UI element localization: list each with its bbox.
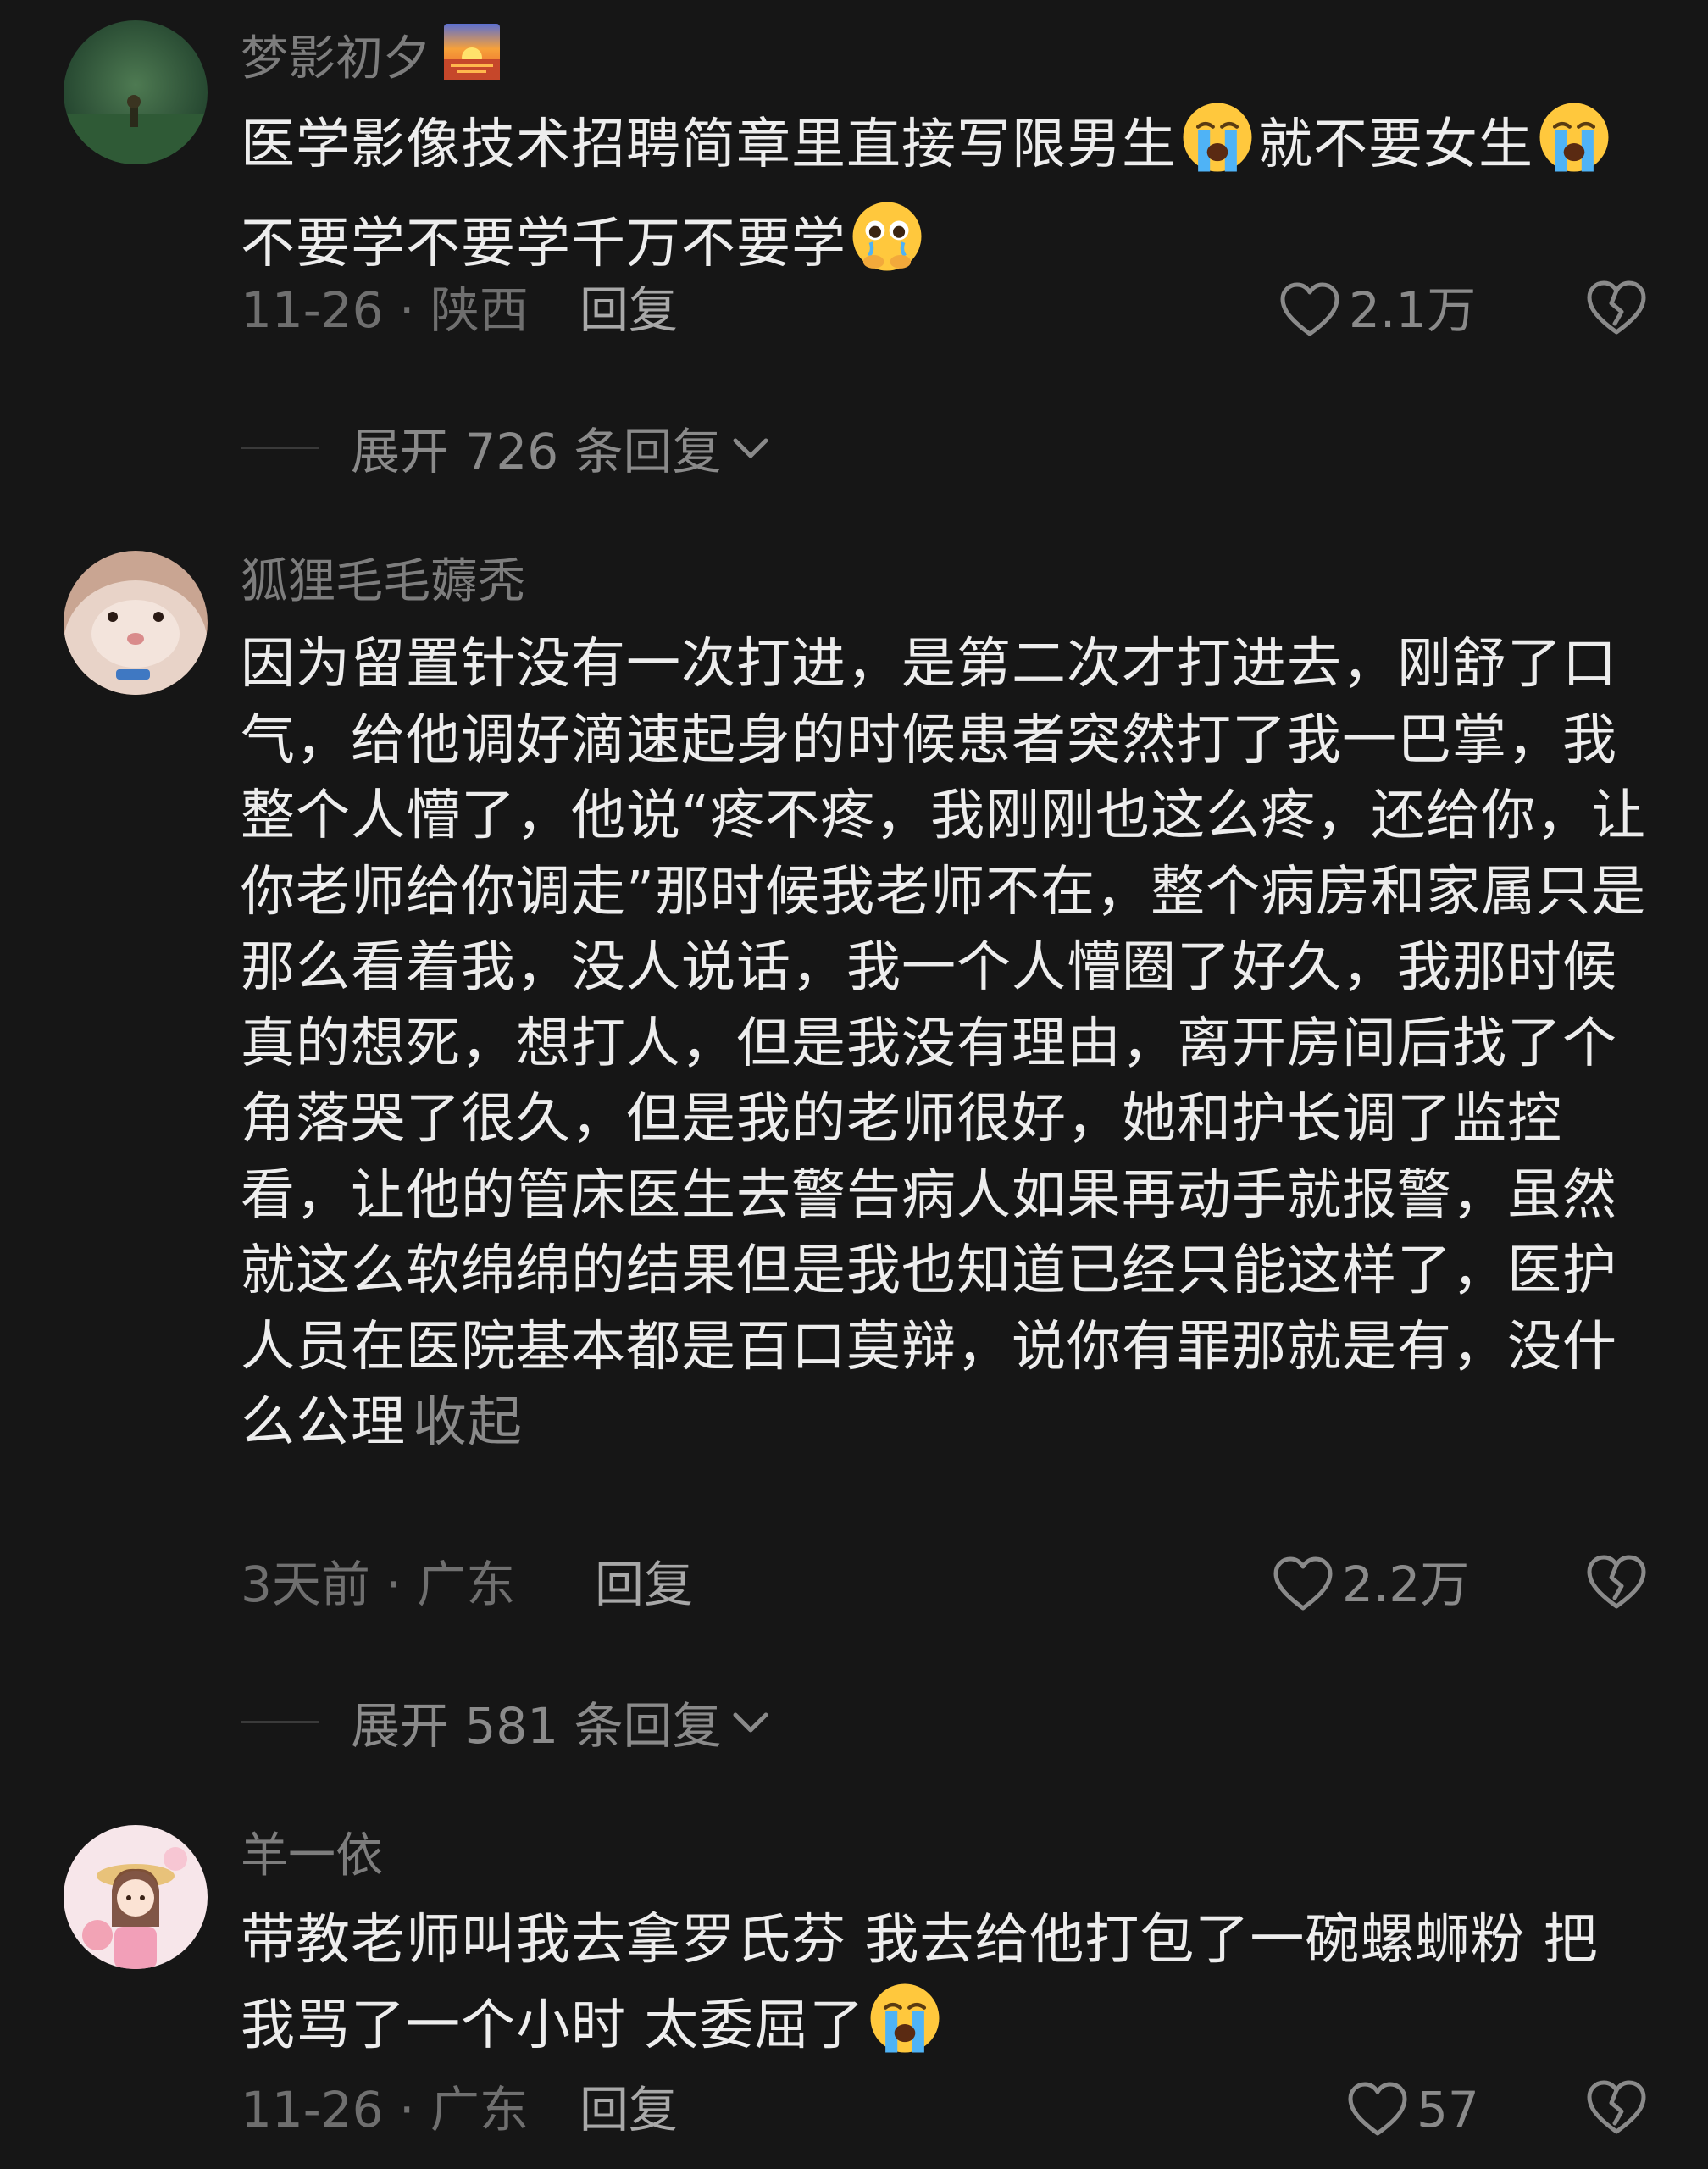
loudly-crying-icon bbox=[1537, 100, 1611, 199]
username-text: 梦影初夕 bbox=[241, 31, 430, 86]
comment-meta: 11-26 · 广东 回复 57 bbox=[241, 2076, 1647, 2144]
broken-heart-icon bbox=[1587, 280, 1646, 335]
username-text: 羊一依 bbox=[241, 1828, 383, 1883]
loudly-crying-icon bbox=[1180, 100, 1255, 199]
heart-icon bbox=[1348, 2082, 1407, 2136]
comment-text-part: 医学影像技术招聘简章里直接写限男生 bbox=[241, 114, 1177, 176]
comment-text: 因为留置针没有一次打进，是第二次才打进去，刚舒了口气，给他调好滴速起身的时候患者… bbox=[241, 627, 1647, 1462]
comment-date: 11-26 · 广东 bbox=[241, 2081, 529, 2138]
comment-text: 带教老师叫我去拿罗氏芬 我去给他打包了一碗螺蛳粉 把我骂了一个小时 太委屈了 bbox=[241, 1900, 1647, 2078]
broken-heart-icon bbox=[1587, 2080, 1646, 2134]
comment-text-part: 因为留置针没有一次打进，是第二次才打进去，刚舒了口气，给他调好滴速起身的时候患者… bbox=[241, 633, 1647, 1454]
chevron-down-icon bbox=[733, 1712, 768, 1733]
avatar[interactable] bbox=[64, 20, 208, 164]
username[interactable]: 狐狸毛毛薅秃 bbox=[241, 552, 525, 612]
loudly-crying-icon bbox=[868, 1981, 942, 2078]
like-button[interactable]: 2.2万 bbox=[1273, 1550, 1469, 1618]
reply-button[interactable]: 回复 bbox=[595, 1550, 693, 1618]
divider-line bbox=[241, 446, 319, 449]
comment-date: 3天前 · 广东 bbox=[241, 1556, 516, 1613]
avatar[interactable] bbox=[64, 551, 208, 695]
collapse-button[interactable]: 收起 bbox=[413, 1391, 523, 1454]
like-button[interactable]: 2.1万 bbox=[1279, 276, 1476, 344]
username[interactable]: 羊一依 bbox=[241, 1827, 383, 1886]
comment-date: 11-26 · 陕西 bbox=[241, 281, 529, 339]
reply-button[interactable]: 回复 bbox=[580, 2076, 678, 2144]
broken-heart-icon bbox=[1587, 1555, 1646, 1609]
expand-replies[interactable]: 展开 726 条回复 bbox=[241, 413, 771, 481]
sunset-icon bbox=[442, 22, 502, 96]
comment-text-part: 不要学不要学千万不要学 bbox=[241, 213, 846, 275]
comment-text-part: 就不要女生 bbox=[1258, 114, 1533, 176]
comment-text: 医学影像技术招聘简章里直接写限男生 就不要女生 不要学不要学千万不要学 bbox=[241, 100, 1647, 298]
dislike-button[interactable] bbox=[1586, 2079, 1647, 2154]
heart-icon bbox=[1273, 1556, 1333, 1611]
comment-meta: 11-26 · 陕西 回复 2.1万 bbox=[241, 276, 1647, 344]
chevron-down-icon bbox=[733, 438, 768, 458]
username[interactable]: 梦影初夕 bbox=[241, 22, 502, 96]
expand-replies-label: 展开 726 条回复 bbox=[351, 423, 722, 480]
like-count: 2.1万 bbox=[1349, 281, 1477, 339]
dislike-button[interactable] bbox=[1586, 1554, 1647, 1628]
expand-replies[interactable]: 展开 581 条回复 bbox=[241, 1688, 771, 1756]
heart-icon bbox=[1280, 282, 1339, 336]
avatar[interactable] bbox=[64, 1825, 208, 1969]
expand-replies-label: 展开 581 条回复 bbox=[351, 1697, 722, 1755]
username-text: 狐狸毛毛薅秃 bbox=[241, 554, 525, 609]
dislike-button[interactable] bbox=[1586, 280, 1647, 354]
like-count: 57 bbox=[1417, 2081, 1479, 2138]
comment-meta: 3天前 · 广东 回复 2.2万 bbox=[241, 1550, 1647, 1618]
like-count: 2.2万 bbox=[1342, 1556, 1470, 1613]
reply-button[interactable]: 回复 bbox=[580, 276, 678, 344]
like-button[interactable]: 57 bbox=[1347, 2076, 1479, 2144]
divider-line bbox=[241, 1720, 319, 1723]
